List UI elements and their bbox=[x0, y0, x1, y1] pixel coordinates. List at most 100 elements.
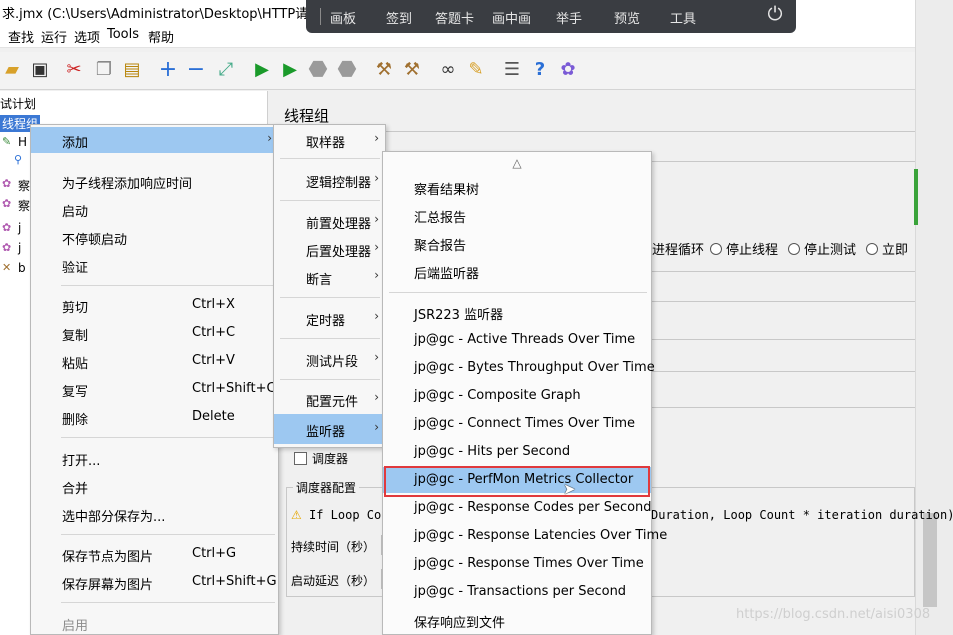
sampler-icon: ✎ bbox=[2, 135, 12, 148]
reset-search-icon[interactable]: ✎ bbox=[464, 57, 488, 83]
menu-tools[interactable]: Tools bbox=[107, 27, 139, 42]
shutdown-icon[interactable]: ⬣ bbox=[335, 57, 359, 83]
menu-separator bbox=[61, 285, 275, 286]
menu-item-enable[interactable]: 启用 bbox=[31, 610, 278, 635]
menu-item-hits-per-second[interactable]: jp@gc - Hits per Second bbox=[383, 439, 651, 465]
tree-item-listener-1[interactable]: 察 bbox=[18, 177, 30, 194]
float-answer-card[interactable]: 答题卡 bbox=[435, 8, 474, 27]
mouse-cursor-icon: ➤ bbox=[563, 480, 576, 498]
menu-item-add-response-time[interactable]: 为子线程添加响应时间 bbox=[31, 168, 278, 194]
tree-item-listener-4[interactable]: j bbox=[18, 241, 21, 255]
tree-item-test-plan[interactable]: 试计划 bbox=[0, 95, 36, 112]
power-icon[interactable]: ⏻ bbox=[762, 3, 788, 29]
menu-item-aggregate-report[interactable]: 聚合报告 bbox=[383, 230, 651, 256]
start-no-pause-icon[interactable]: ▶ bbox=[278, 57, 302, 83]
float-whiteboard[interactable]: 画板 bbox=[330, 8, 356, 27]
scrollbar-thumb[interactable] bbox=[923, 513, 937, 607]
toggle-icon[interactable]: ⤢ bbox=[214, 57, 238, 83]
tree-item-http[interactable]: H bbox=[18, 135, 27, 149]
tree-item-listener-3[interactable]: j bbox=[18, 221, 21, 235]
clear-icon[interactable]: ⚒ bbox=[372, 57, 396, 83]
copy-icon[interactable]: ❐ bbox=[92, 57, 116, 83]
menu-item-open[interactable]: 打开... bbox=[31, 445, 278, 471]
menu-item-copy[interactable]: 复制 Ctrl+C bbox=[31, 320, 278, 346]
menu-item-sampler[interactable]: 取样器 › bbox=[274, 127, 385, 153]
cut-icon[interactable]: ✂ bbox=[62, 57, 86, 83]
menu-item-response-latencies[interactable]: jp@gc - Response Latencies Over Time bbox=[383, 523, 667, 549]
menu-item-pre-processor[interactable]: 前置处理器 › bbox=[274, 208, 385, 234]
menu-help[interactable]: 帮助 bbox=[148, 27, 174, 46]
scheduler-checkbox[interactable]: 调度器 bbox=[294, 450, 348, 467]
menu-item-bytes-throughput[interactable]: jp@gc - Bytes Throughput Over Time bbox=[383, 355, 655, 381]
collapse-icon[interactable]: − bbox=[184, 57, 208, 83]
float-tools[interactable]: 工具 bbox=[670, 8, 696, 27]
radio-button[interactable] bbox=[710, 242, 722, 255]
stop-icon[interactable]: ⬣ bbox=[306, 57, 330, 83]
search-icon[interactable]: ∞ bbox=[436, 57, 460, 83]
float-pip[interactable]: 画中画 bbox=[492, 8, 531, 27]
float-signin[interactable]: 签到 bbox=[386, 8, 412, 27]
menu-item-config-element[interactable]: 配置元件 › bbox=[274, 386, 385, 412]
menu-item-merge[interactable]: 合并 bbox=[31, 473, 278, 499]
menu-item-duplicate[interactable]: 复写 Ctrl+Shift+C bbox=[31, 376, 278, 402]
menu-item-add[interactable]: 添加 › bbox=[31, 127, 278, 153]
menu-separator bbox=[280, 338, 380, 339]
scroll-up-icon[interactable]: △ bbox=[383, 156, 651, 170]
window-title: 求.jmx (C:\Users\Administrator\Desktop\HT… bbox=[2, 7, 350, 22]
menu-item-summary-report[interactable]: 汇总报告 bbox=[383, 202, 651, 228]
float-raise-hand[interactable]: 举手 bbox=[556, 8, 582, 27]
menu-item-response-codes[interactable]: jp@gc - Response Codes per Second bbox=[383, 495, 652, 521]
menu-item-active-threads[interactable]: jp@gc - Active Threads Over Time bbox=[383, 327, 651, 353]
menu-item-response-times[interactable]: jp@gc - Response Times Over Time bbox=[383, 551, 651, 577]
start-icon[interactable]: ▶ bbox=[250, 57, 274, 83]
save-icon[interactable]: ▣ bbox=[28, 57, 52, 83]
function-helper-icon[interactable]: ☰ bbox=[500, 57, 524, 83]
radio-stop-test[interactable]: 停止测试 bbox=[788, 239, 856, 258]
checkbox-box[interactable] bbox=[294, 452, 307, 465]
tree-item-listener-2[interactable]: 察 bbox=[18, 197, 30, 214]
menu-item-timer[interactable]: 定时器 › bbox=[274, 305, 385, 331]
menu-run[interactable]: 运行 bbox=[41, 27, 67, 46]
remote-icon[interactable]: ✿ bbox=[556, 57, 580, 83]
paste-icon[interactable]: ▤ bbox=[120, 57, 144, 83]
menu-item-validate[interactable]: 验证 bbox=[31, 252, 278, 278]
menu-item-cut[interactable]: 剪切 Ctrl+X bbox=[31, 292, 278, 318]
expand-icon[interactable]: + bbox=[156, 57, 180, 83]
chevron-right-icon: › bbox=[374, 420, 379, 434]
menu-item-view-results-tree[interactable]: 察看结果树 bbox=[383, 174, 651, 200]
help-icon[interactable]: ? bbox=[528, 57, 552, 83]
menu-item-start[interactable]: 启动 bbox=[31, 196, 278, 222]
radio-button[interactable] bbox=[788, 242, 800, 255]
menu-item-delete[interactable]: 删除 Delete bbox=[31, 404, 278, 430]
menu-item-test-fragment[interactable]: 测试片段 › bbox=[274, 346, 385, 372]
menu-item-paste[interactable]: 粘贴 Ctrl+V bbox=[31, 348, 278, 374]
menu-separator bbox=[280, 158, 380, 159]
menu-options[interactable]: 选项 bbox=[74, 27, 100, 46]
menu-item-backend-listener[interactable]: 后端监听器 bbox=[383, 258, 651, 284]
radio-button[interactable] bbox=[866, 242, 878, 255]
menu-item-jsr223-listener[interactable]: JSR223 监听器 bbox=[383, 299, 651, 325]
tree-item-other[interactable]: b bbox=[18, 261, 26, 275]
menu-item-save-node-image[interactable]: 保存节点为图片 Ctrl+G bbox=[31, 541, 278, 567]
checkbox-label: 调度器 bbox=[312, 452, 349, 466]
menu-item-assertion[interactable]: 断言 › bbox=[274, 264, 385, 290]
menu-item-transactions-per-second[interactable]: jp@gc - Transactions per Second bbox=[383, 579, 651, 605]
radio-stop-thread[interactable]: 停止线程 bbox=[710, 239, 778, 258]
menu-item-save-responses[interactable]: 保存响应到文件 bbox=[383, 607, 651, 633]
float-preview[interactable]: 预览 bbox=[614, 8, 640, 27]
menu-item-connect-times[interactable]: jp@gc - Connect Times Over Time bbox=[383, 411, 651, 437]
radio-continue[interactable]: 进程循环 bbox=[652, 239, 704, 258]
menu-item-logic-controller[interactable]: 逻辑控制器 › bbox=[274, 167, 385, 193]
menu-item-composite-graph[interactable]: jp@gc - Composite Graph bbox=[383, 383, 651, 409]
menu-item-post-processor[interactable]: 后置处理器 › bbox=[274, 236, 385, 262]
menu-separator bbox=[280, 297, 380, 298]
duration-label: 持续时间（秒） bbox=[291, 540, 376, 554]
menu-item-listener[interactable]: 监听器 › bbox=[274, 414, 385, 444]
menu-item-start-no-pause[interactable]: 不停顿启动 bbox=[31, 224, 278, 250]
menu-search[interactable]: 查找 bbox=[8, 27, 34, 46]
open-icon[interactable]: ▰ bbox=[0, 57, 24, 83]
menu-item-save-screen-image[interactable]: 保存屏幕为图片 Ctrl+Shift+G bbox=[31, 569, 278, 595]
radio-stop-now[interactable]: 立即 bbox=[866, 239, 908, 258]
menu-item-save-selection[interactable]: 选中部分保存为... bbox=[31, 501, 278, 527]
clear-all-icon[interactable]: ⚒ bbox=[400, 57, 424, 83]
